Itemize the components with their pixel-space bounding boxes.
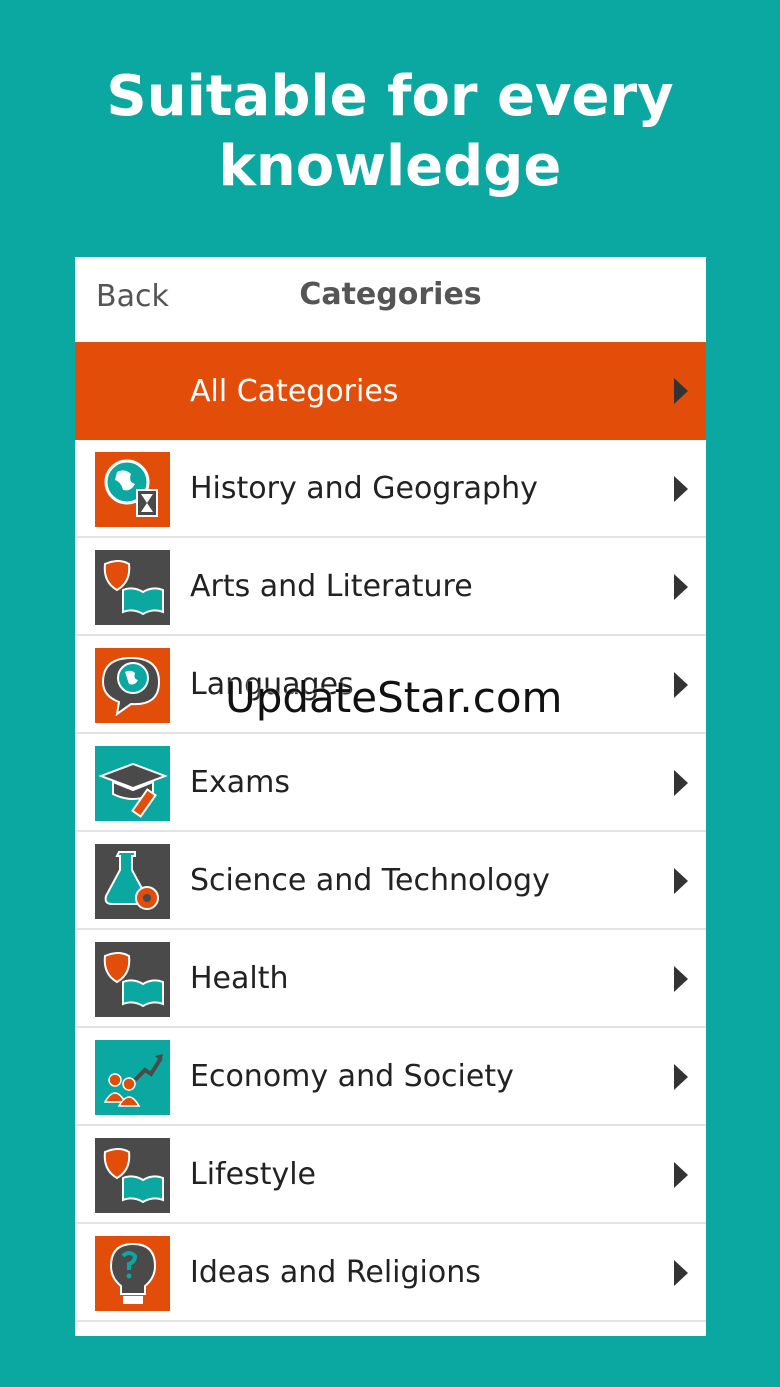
chevron-right-icon bbox=[674, 770, 688, 796]
chevron-right-icon bbox=[674, 1162, 688, 1188]
mask-book-icon bbox=[95, 550, 170, 625]
category-label: Exams bbox=[190, 764, 290, 800]
category-row-all[interactable]: All Categories bbox=[75, 342, 706, 440]
category-label: Languages bbox=[190, 666, 354, 702]
category-row-exams[interactable]: Exams bbox=[75, 734, 706, 832]
category-label: Science and Technology bbox=[190, 862, 550, 898]
navigation-bar: Back Categories bbox=[75, 257, 706, 342]
category-row-languages[interactable]: Languages bbox=[75, 636, 706, 734]
category-row-science[interactable]: Science and Technology bbox=[75, 832, 706, 930]
category-label: History and Geography bbox=[190, 470, 538, 506]
category-label: All Categories bbox=[190, 373, 399, 409]
lightbulb-icon bbox=[95, 1236, 170, 1311]
category-row-health[interactable]: Health bbox=[75, 930, 706, 1028]
promo-line-1: Suitable for every bbox=[106, 64, 674, 129]
chevron-right-icon bbox=[674, 672, 688, 698]
category-label: Economy and Society bbox=[190, 1058, 514, 1094]
category-label: Lifestyle bbox=[190, 1156, 317, 1192]
category-row-economy[interactable]: Economy and Society bbox=[75, 1028, 706, 1126]
chevron-right-icon bbox=[674, 966, 688, 992]
chevron-right-icon bbox=[674, 476, 688, 502]
flask-gear-icon bbox=[95, 844, 170, 919]
category-label: Ideas and Religions bbox=[190, 1254, 481, 1290]
graduation-cap-icon bbox=[95, 746, 170, 821]
mask-book-icon bbox=[95, 942, 170, 1017]
chevron-right-icon bbox=[674, 378, 688, 404]
chevron-right-icon bbox=[674, 574, 688, 600]
people-chart-icon bbox=[95, 1040, 170, 1115]
promo-heading: Suitable for every knowledge bbox=[0, 62, 780, 202]
mask-book-icon bbox=[95, 1138, 170, 1213]
chevron-right-icon bbox=[674, 868, 688, 894]
category-row-ideas[interactable]: Ideas and Religions bbox=[75, 1224, 706, 1322]
category-row-arts[interactable]: Arts and Literature bbox=[75, 538, 706, 636]
page-title: Categories bbox=[299, 277, 482, 312]
category-row-history[interactable]: History and Geography bbox=[75, 440, 706, 538]
chevron-right-icon bbox=[674, 1260, 688, 1286]
globe-hourglass-icon bbox=[95, 452, 170, 527]
category-label: Arts and Literature bbox=[190, 568, 473, 604]
category-row-lifestyle[interactable]: Lifestyle bbox=[75, 1126, 706, 1224]
speech-globe-icon bbox=[95, 648, 170, 723]
promo-line-2: knowledge bbox=[218, 134, 562, 199]
category-label: Health bbox=[190, 960, 289, 996]
chevron-right-icon bbox=[674, 1064, 688, 1090]
phone-screen: Back Categories All Categories History a… bbox=[75, 257, 706, 1336]
